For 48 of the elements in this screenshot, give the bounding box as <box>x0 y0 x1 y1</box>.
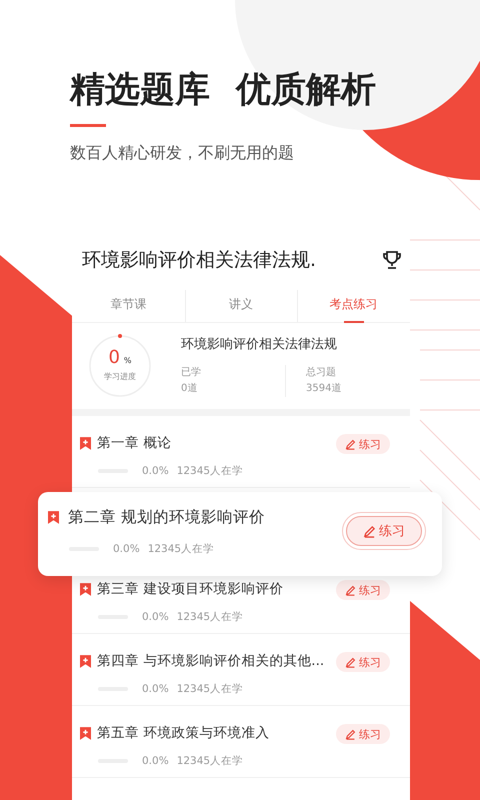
headline: 精选题库 优质解析 <box>70 69 376 112</box>
course-title: 环境影响评价相关法律法规. <box>82 248 316 273</box>
practice-button[interactable]: 练习 <box>346 516 422 546</box>
pencil-icon <box>345 438 356 450</box>
bookmark-icon <box>80 654 91 668</box>
bookmark-icon <box>48 511 59 524</box>
chapter-title: 第三章 建设项目环境影响评价 <box>97 580 284 598</box>
learner-count: 12345人在学 <box>176 464 244 478</box>
highlighted-chapter-card[interactable]: 第二章 规划的环境影响评价 0.0% 12345人在学 练习 <box>38 492 442 576</box>
progress-percent: 0.0% <box>142 683 169 695</box>
tab[interactable]: 讲义 <box>184 290 298 322</box>
bookmark-icon <box>80 436 91 450</box>
chapter-title: 第四章 与环境影响评价相关的其他... <box>97 652 324 670</box>
progress-percent: 0.0% <box>142 611 169 623</box>
practice-button[interactable]: 练习 <box>336 652 390 672</box>
learner-count: 12345人在学 <box>176 754 244 768</box>
stat-value: 0道 <box>181 382 198 396</box>
progress-value: 0 <box>108 348 120 368</box>
pencil-icon <box>345 656 356 668</box>
chapter-title: 第五章 环境政策与环境准入 <box>97 724 270 742</box>
chapter-title: 第一章 概论 <box>97 434 172 452</box>
subtitle: 数百人精心研发，不刷无用的题 <box>70 143 295 164</box>
stat-value: 3594道 <box>306 382 342 396</box>
progress-percent: 0.0% <box>113 543 140 555</box>
accent-bar <box>70 124 106 127</box>
pencil-icon <box>345 584 356 596</box>
subject-title: 环境影响评价相关法律法规 <box>181 336 338 353</box>
progress-percent: 0.0% <box>142 465 169 477</box>
bookmark-icon <box>80 726 91 740</box>
chapter-title: 第二章 规划的环境影响评价 <box>68 507 265 528</box>
stat-label: 已学 <box>181 366 202 380</box>
progress-percent: 0.0% <box>142 755 169 767</box>
pencil-icon <box>363 524 376 538</box>
pencil-icon <box>345 728 356 740</box>
learner-count: 12345人在学 <box>176 610 244 624</box>
tab[interactable]: 章节课 <box>72 290 185 322</box>
practice-button[interactable]: 练习 <box>336 724 390 744</box>
tab[interactable]: 考点练习 <box>297 290 410 322</box>
learner-count: 12345人在学 <box>176 682 244 696</box>
learner-count: 12345人在学 <box>148 542 214 556</box>
progress-label: 学习进度 <box>104 371 136 382</box>
practice-button[interactable]: 练习 <box>336 434 390 454</box>
progress-ring <box>88 334 152 398</box>
percent-sign: % <box>124 356 132 365</box>
trophy-icon[interactable] <box>382 250 402 270</box>
bookmark-icon <box>80 582 91 596</box>
practice-button[interactable]: 练习 <box>336 580 390 600</box>
stat-label: 总习题 <box>306 366 337 380</box>
